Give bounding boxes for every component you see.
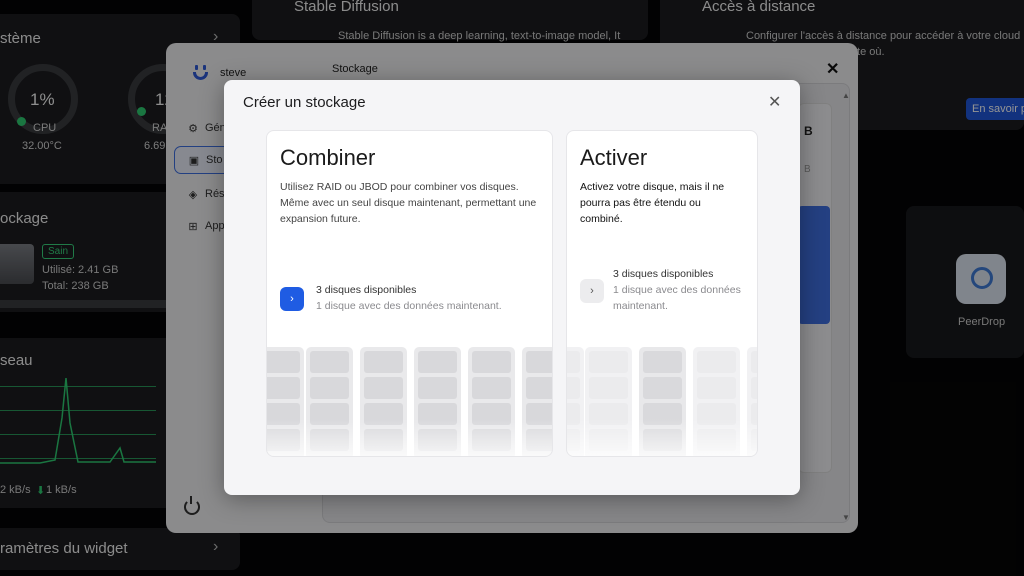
disks-with-data: 1 disque avec des données maintenant.	[613, 284, 741, 312]
create-storage-dialog: Créer un stockage ✕ Combiner Utilisez RA…	[224, 80, 800, 495]
disk-bays-illustration	[267, 347, 552, 456]
disk-availability: 3 disques disponibles 1 disque avec des …	[316, 282, 502, 314]
option-heading: Combiner	[280, 145, 376, 170]
option-description: Activez votre disque, mais il ne pourra …	[580, 181, 725, 225]
option-heading: Activer	[580, 145, 648, 170]
chevron-right-icon[interactable]: ›	[280, 287, 304, 311]
dialog-title: Créer un stockage	[243, 94, 366, 111]
disks-with-data: 1 disque avec des données maintenant.	[316, 300, 502, 312]
option-activate-card[interactable]: Activer Activez votre disque, mais il ne…	[566, 130, 758, 457]
chevron-right-icon[interactable]: ›	[580, 279, 604, 303]
disk-bays-illustration	[567, 347, 757, 456]
disks-available: 3 disques disponibles	[316, 284, 417, 296]
disk-availability: 3 disques disponibles 1 disque avec des …	[613, 266, 753, 314]
close-icon[interactable]: ✕	[768, 92, 781, 112]
option-combine-card[interactable]: Combiner Utilisez RAID ou JBOD pour comb…	[266, 130, 553, 457]
disks-available: 3 disques disponibles	[613, 268, 714, 280]
option-description: Utilisez RAID ou JBOD pour combiner vos …	[280, 181, 537, 225]
